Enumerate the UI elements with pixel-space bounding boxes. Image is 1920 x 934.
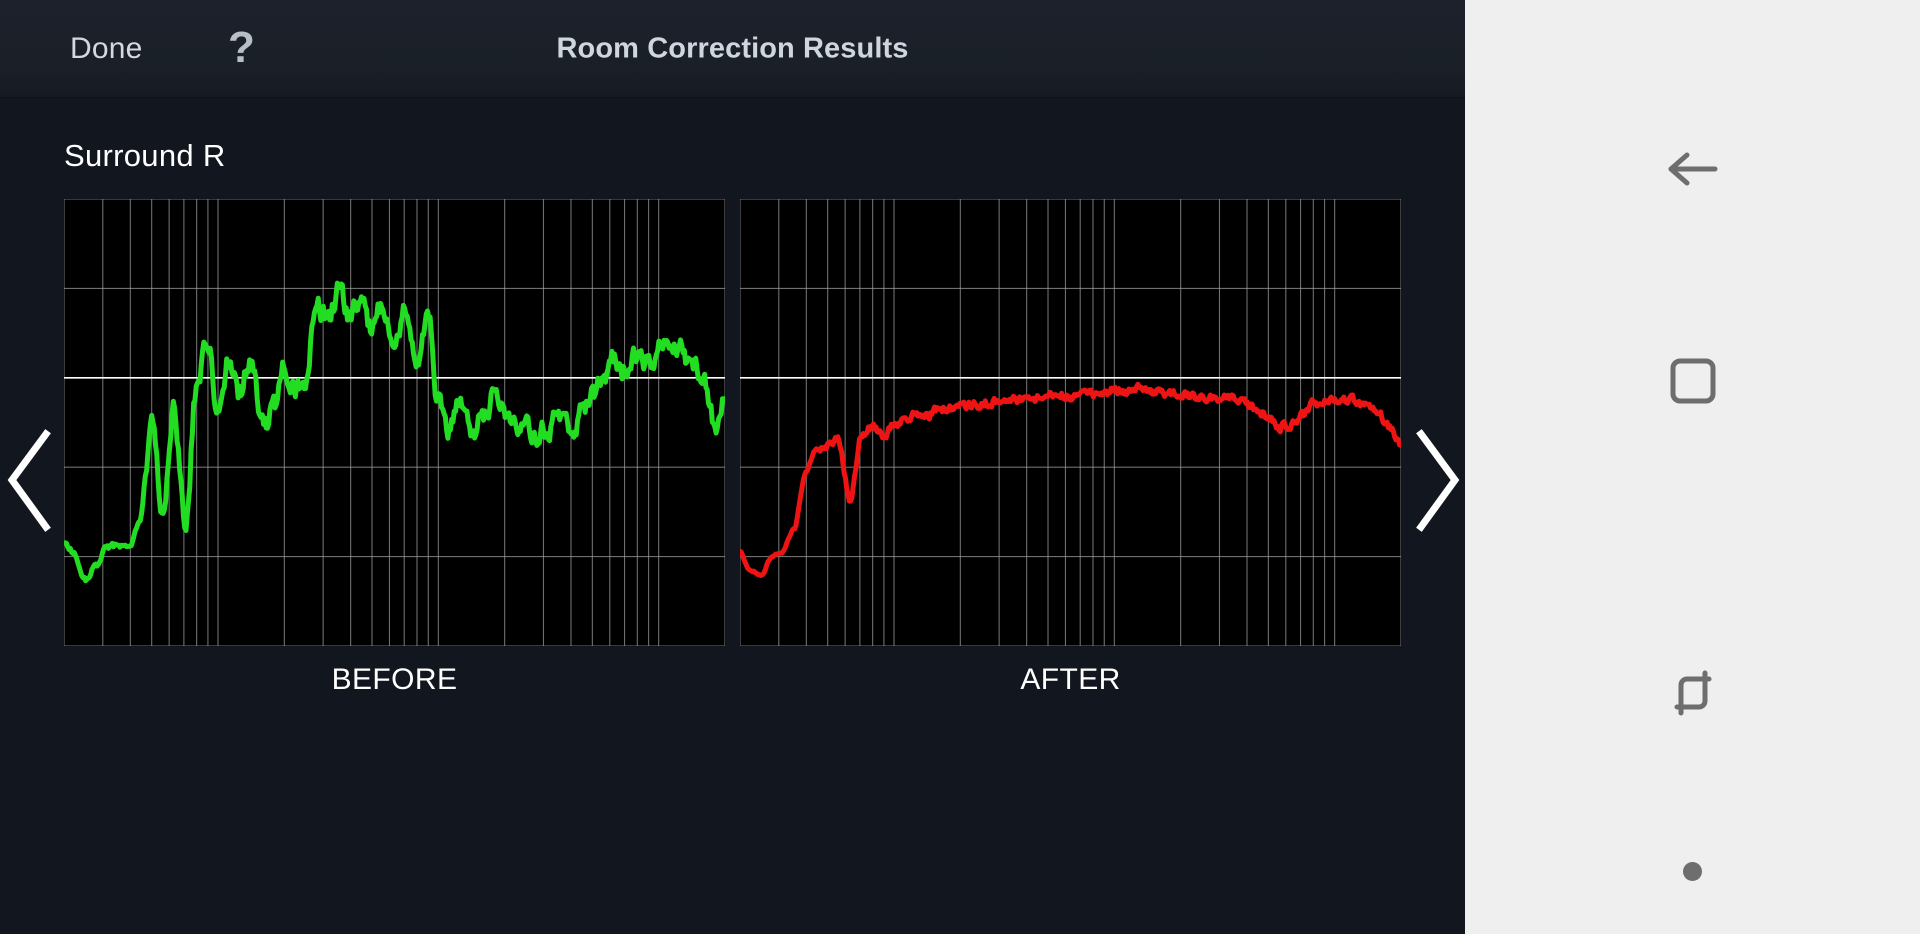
charts-row (64, 199, 1401, 646)
next-channel-chevron-icon[interactable] (1405, 428, 1465, 533)
app-screen: Done ? Room Correction Results Surround … (0, 0, 1465, 934)
before-chart-panel[interactable] (64, 199, 725, 646)
after-chart-caption: AFTER (1020, 663, 1121, 696)
page-title: Room Correction Results (556, 32, 909, 64)
chart-captions-row: BEFORE AFTER (64, 650, 1401, 710)
system-navigation-bar (1465, 0, 1920, 934)
after-frequency-response-plot (740, 199, 1401, 646)
back-arrow-icon[interactable] (1657, 133, 1729, 205)
before-frequency-response-plot (64, 199, 725, 646)
split-screen-icon[interactable] (1657, 657, 1729, 729)
content-area: Surround R BEFORE AFTER (0, 98, 1465, 934)
square-recents-icon[interactable] (1657, 345, 1729, 417)
dot-shape (1683, 861, 1702, 881)
dot-icon[interactable] (1667, 845, 1719, 897)
previous-channel-chevron-icon[interactable] (2, 428, 62, 533)
after-chart-panel[interactable] (740, 199, 1401, 646)
app-header: Done ? Room Correction Results (0, 0, 1465, 98)
before-chart-caption: BEFORE (331, 663, 458, 696)
channel-name-label: Surround R (64, 138, 226, 173)
